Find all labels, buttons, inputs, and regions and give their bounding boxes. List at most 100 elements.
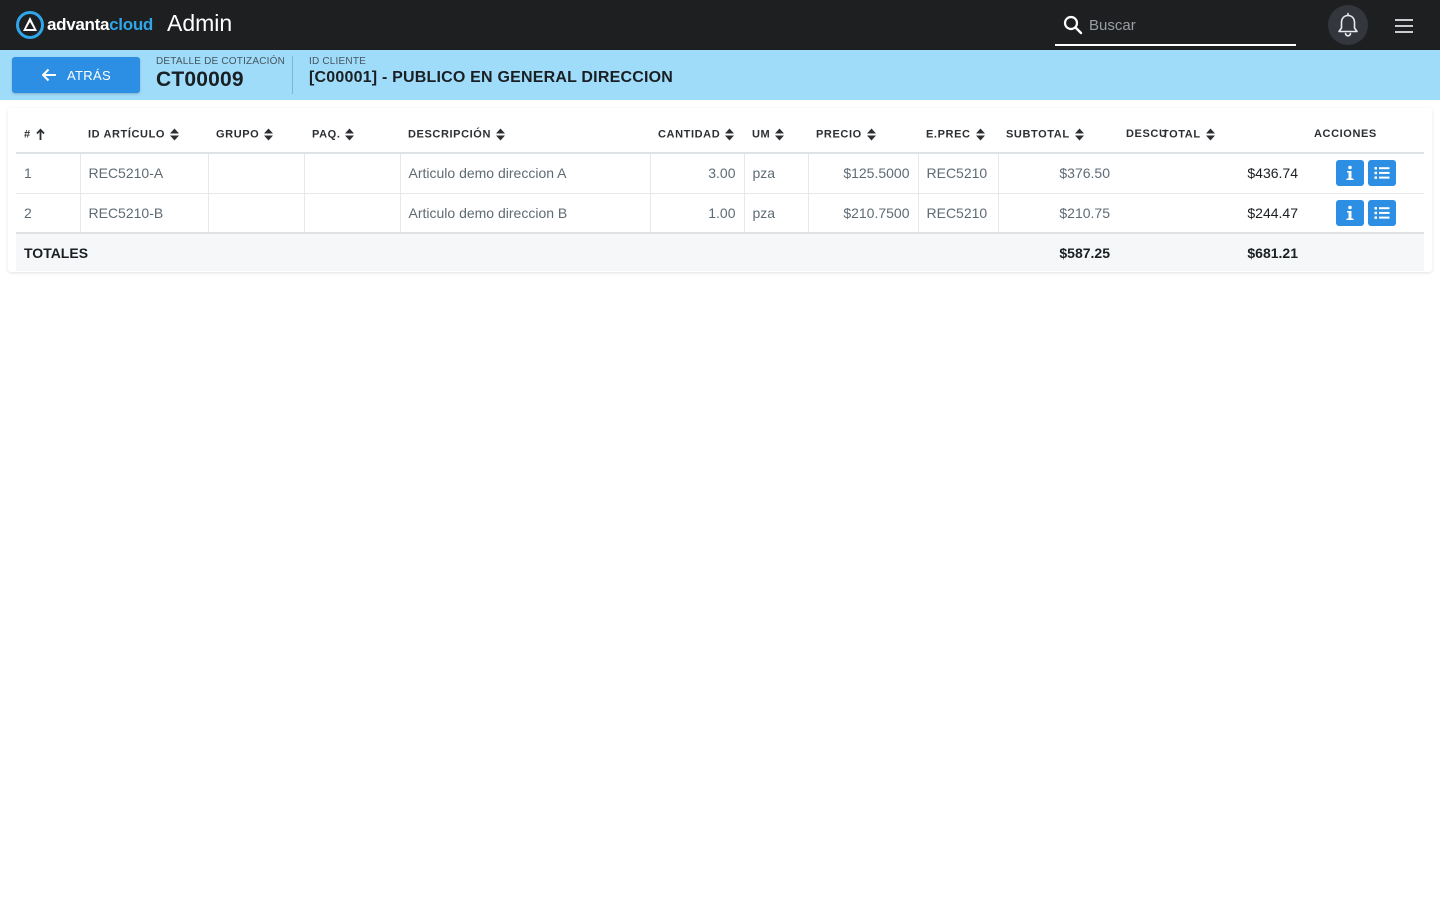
- quote-items-card: # ID ARTÍCULO GRUPO PAQ. DESCRIPCIÓN CANTIDAD…: [8, 108, 1432, 272]
- column-header-label: ID ARTÍCULO: [88, 127, 166, 140]
- column-header-descu: DESCU: [1118, 116, 1167, 154]
- totals-subtotal: $587.25: [998, 232, 1118, 271]
- cell-cantidad: 3.00: [650, 153, 745, 194]
- cell-descu: [1118, 153, 1160, 194]
- app-title: Admin: [167, 10, 233, 36]
- column-header-label: E.PREC: [926, 127, 971, 140]
- totals-empty-cell: [1118, 232, 1160, 271]
- cell-eprec: REC5210: [918, 193, 999, 234]
- cell-total: $244.47: [1160, 193, 1306, 234]
- totals-empty-cell: [650, 232, 744, 271]
- column-header-grupo[interactable]: GRUPO: [208, 116, 304, 154]
- cell-descripcion: Articulo demo direccion B: [400, 193, 651, 234]
- cell-id_articulo: REC5210-B: [80, 193, 209, 234]
- info-button[interactable]: [1336, 199, 1364, 226]
- client-name: [C00001] - PUBLICO EN GENERAL DIRECCION: [309, 69, 674, 86]
- cell-um: pza: [744, 153, 809, 194]
- sort-icon: [1205, 128, 1215, 140]
- column-header-label: GRUPO: [216, 127, 260, 140]
- logo-text: advantacloud: [47, 15, 153, 34]
- totals-empty-cell: [304, 232, 400, 271]
- totals-empty-cell: [1306, 232, 1424, 271]
- column-header-label: ACCIONES: [1314, 128, 1377, 140]
- notifications-button[interactable]: [1328, 5, 1368, 45]
- cell-paq: [304, 153, 401, 194]
- totals-empty-cell: [400, 232, 650, 271]
- table-row[interactable]: 1 REC5210-A Articulo demo direccion A 3.00 p…: [16, 153, 1424, 194]
- totals-empty-cell: [208, 232, 304, 271]
- sort-ascending-icon: [36, 127, 45, 140]
- sort-icon: [775, 128, 785, 140]
- list-icon: [1374, 167, 1390, 180]
- sort-icon: [345, 128, 355, 140]
- totals-total: $681.21: [1160, 232, 1306, 271]
- quote-detail-label: DETALLE DE COTIZACIÓN: [156, 56, 286, 67]
- cell-num: 1: [16, 153, 81, 194]
- details-list-button[interactable]: [1368, 199, 1396, 226]
- cell-descripcion: Articulo demo direccion A: [400, 153, 651, 194]
- sort-icon: [1074, 128, 1084, 140]
- info-button[interactable]: [1336, 160, 1364, 187]
- column-header-eprec[interactable]: E.PREC: [918, 116, 998, 154]
- cell-num: 2: [16, 193, 81, 234]
- column-header-label: PRECIO: [816, 127, 862, 140]
- column-header-id_articulo[interactable]: ID ARTÍCULO: [80, 116, 208, 154]
- cell-id_articulo: REC5210-A: [80, 153, 209, 194]
- search-icon: [1063, 15, 1083, 35]
- column-header-subtotal[interactable]: SUBTOTAL: [998, 116, 1118, 154]
- column-header-label: CANTIDAD: [658, 127, 721, 140]
- menu-button[interactable]: [1392, 15, 1416, 37]
- totals-row: TOTALES $587.25 $681.21: [16, 232, 1424, 271]
- column-header-label: #: [24, 127, 31, 140]
- column-header-label: TOTAL: [1162, 127, 1201, 140]
- sort-icon: [866, 128, 876, 140]
- quote-subheader: ATRÁS DETALLE DE COTIZACIÓN CT00009 ID C…: [0, 50, 1440, 100]
- cell-grupo: [208, 153, 305, 194]
- hamburger-menu-icon: [1395, 19, 1413, 33]
- sort-icon: [496, 128, 505, 140]
- cell-um: pza: [744, 193, 809, 234]
- back-button[interactable]: ATRÁS: [12, 57, 140, 93]
- search-input[interactable]: [1089, 16, 1289, 34]
- cell-acciones: [1306, 153, 1424, 194]
- cell-paq: [304, 193, 401, 234]
- column-header-acciones: ACCIONES: [1306, 116, 1424, 154]
- column-header-precio[interactable]: PRECIO: [808, 116, 918, 154]
- column-header-num[interactable]: #: [16, 116, 80, 154]
- advantacloud-logo-icon: [16, 11, 44, 39]
- client-id-label: ID CLIENTE: [309, 56, 367, 67]
- cell-eprec: REC5210: [918, 153, 999, 194]
- top-navbar: advantacloud Admin: [0, 0, 1440, 50]
- quote-detail: DETALLE DE COTIZACIÓN CT00009: [156, 56, 285, 92]
- cell-precio: $210.7500: [808, 193, 919, 234]
- table-header-row: # ID ARTÍCULO GRUPO PAQ. DESCRIPCIÓN CANTIDAD…: [16, 116, 1424, 154]
- column-header-paq[interactable]: PAQ.: [304, 116, 400, 154]
- cell-acciones: [1306, 193, 1424, 234]
- details-list-button[interactable]: [1368, 160, 1396, 187]
- cell-subtotal: $376.50: [998, 153, 1118, 194]
- info-icon: [1346, 165, 1354, 181]
- column-header-label: UM: [752, 127, 771, 140]
- bell-icon: [1338, 12, 1358, 37]
- column-header-total[interactable]: TOTAL: [1160, 116, 1306, 154]
- totals-empty-cell: [80, 232, 208, 271]
- search-box[interactable]: [1055, 6, 1296, 46]
- back-button-label: ATRÁS: [67, 67, 111, 83]
- table-row[interactable]: 2 REC5210-B Articulo demo direccion B 1.00 p…: [16, 193, 1424, 234]
- column-header-label: SUBTOTAL: [1006, 127, 1070, 140]
- totals-empty-cell: [808, 232, 918, 271]
- column-header-um[interactable]: UM: [744, 116, 808, 154]
- sort-icon: [725, 128, 735, 140]
- sort-icon: [975, 128, 985, 140]
- column-header-cantidad[interactable]: CANTIDAD: [650, 116, 744, 154]
- info-icon: [1346, 205, 1354, 220]
- cell-cantidad: 1.00: [650, 193, 745, 234]
- column-header-label: PAQ.: [312, 127, 341, 140]
- cell-descu: [1118, 193, 1160, 234]
- cell-precio: $125.5000: [808, 153, 919, 194]
- cell-total: $436.74: [1160, 153, 1306, 194]
- column-header-descripcion[interactable]: DESCRIPCIÓN: [400, 116, 650, 154]
- logo[interactable]: advantacloud: [16, 11, 153, 39]
- list-icon: [1374, 206, 1390, 219]
- quote-items-table: # ID ARTÍCULO GRUPO PAQ. DESCRIPCIÓN CANTIDAD…: [16, 116, 1424, 271]
